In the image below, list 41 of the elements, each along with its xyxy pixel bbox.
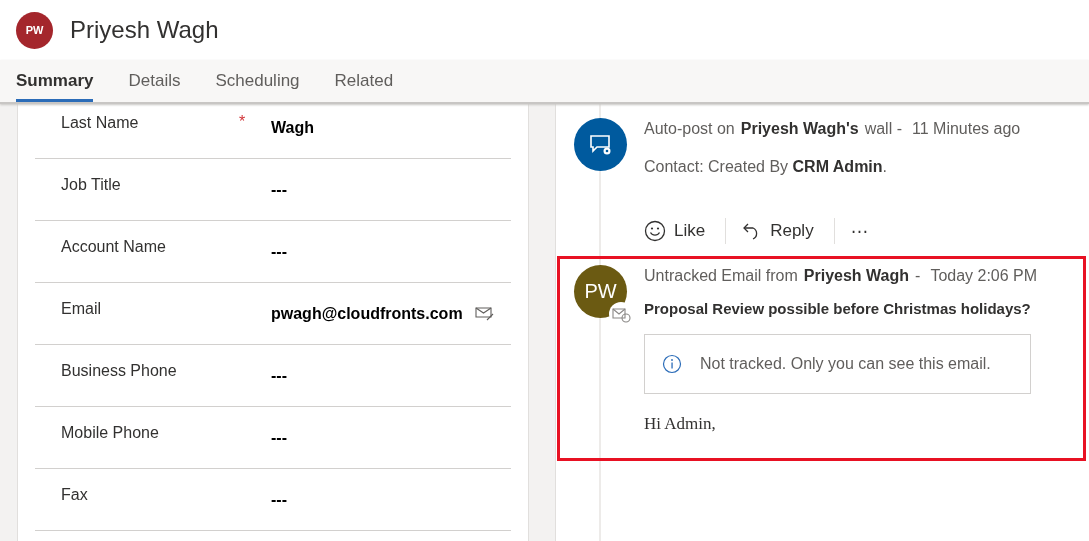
tab[interactable]: Related	[334, 71, 394, 102]
tab[interactable]: Details	[128, 71, 181, 102]
field-label: Email	[61, 299, 102, 318]
field-label: Job Title	[61, 175, 122, 194]
email-subject: Proposal Review possible before Christmas holidays?	[644, 300, 1032, 317]
record-title: Priyesh Wagh	[70, 16, 219, 44]
field-value[interactable]: ---	[271, 180, 287, 199]
field-value[interactable]: ---	[271, 242, 287, 261]
notice-text: Not tracked. Only you can see this email.	[700, 355, 991, 373]
smiley-icon	[644, 220, 666, 242]
field-label: Mobile Phone	[61, 423, 160, 442]
field-label: Last Name	[61, 113, 140, 132]
field-label: Account Name	[61, 237, 167, 256]
field-value[interactable]: ---	[271, 490, 287, 509]
email-badge-icon	[609, 302, 633, 326]
avatar: PW	[16, 11, 53, 49]
email-compose-icon[interactable]	[474, 306, 495, 321]
field-value[interactable]: Wagh	[271, 118, 314, 137]
auto-post-icon	[574, 118, 627, 171]
info-icon	[662, 354, 682, 374]
post-separator: wall -	[864, 120, 902, 138]
required-marker: *	[239, 113, 246, 130]
tab[interactable]: Scheduling	[215, 71, 300, 102]
more-button[interactable]: ⋯	[850, 220, 872, 242]
author-link[interactable]: Priyesh Wagh	[803, 267, 910, 285]
email-body: Hi Admin,	[644, 414, 717, 434]
post-prefix: Auto-post on	[644, 120, 735, 138]
post-time: Today 2:06 PM	[930, 267, 1038, 285]
field-value[interactable]: ---	[271, 428, 287, 447]
post-separator: -	[915, 267, 921, 285]
like-button[interactable]: Like	[644, 220, 710, 242]
post-prefix: Untracked Email from	[644, 267, 798, 285]
avatar: PW	[574, 265, 627, 318]
field-value[interactable]: pwagh@cloudfronts.com	[271, 304, 463, 323]
author-link[interactable]: Priyesh Wagh's	[740, 120, 859, 138]
post-text: Contact: Created By CRM Admin.	[644, 158, 889, 176]
field-value[interactable]: ---	[271, 366, 287, 385]
field-label: Fax	[61, 485, 89, 504]
reply-button[interactable]: Reply	[742, 221, 818, 241]
post-time: 11 Minutes ago	[912, 120, 1021, 138]
field-label: Business Phone	[61, 361, 178, 380]
